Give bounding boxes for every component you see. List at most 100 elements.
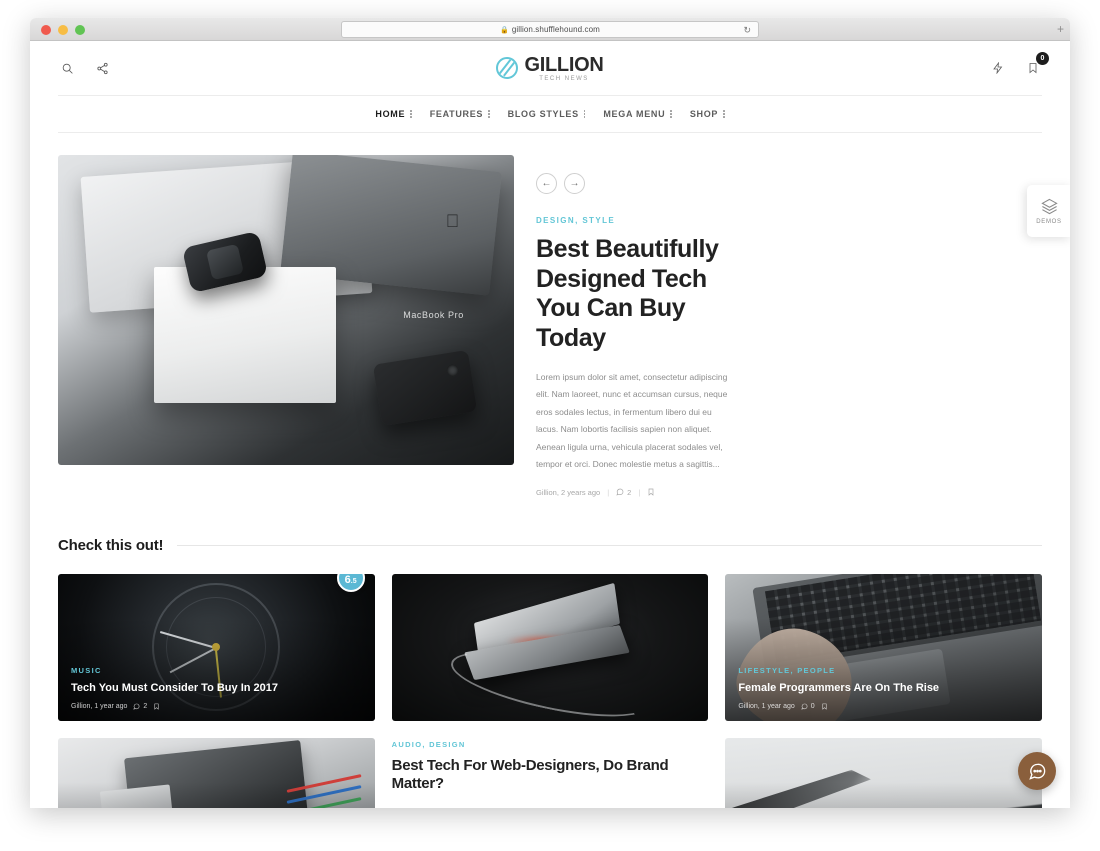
browser-window: 🔒 gillion.shufflehound.com ↻ + GILLION T…	[30, 18, 1070, 808]
cart-count-badge: 0	[1035, 52, 1049, 65]
search-icon[interactable]	[58, 59, 76, 77]
lightning-bolt-icon[interactable]	[989, 59, 1007, 77]
bookmark-icon[interactable]	[821, 703, 828, 710]
card-gradient-overlay	[725, 737, 1042, 808]
card-category[interactable]: LIFESTYLE, PEOPLE	[738, 666, 1029, 675]
nav-label-blog-styles: BLOG STYLES	[507, 109, 579, 119]
card-content: LIFESTYLE, PEOPLE Female Programmers Are…	[738, 666, 1029, 709]
nav-list: HOME FEATURES BLOG STYLES MEGA MENU SHOP	[366, 109, 733, 119]
nav-label-mega-menu: MEGA MENU	[603, 109, 666, 119]
card-title[interactable]: Tech You Must Consider To Buy In 2017	[71, 681, 362, 695]
new-tab-button[interactable]: +	[1057, 23, 1064, 35]
card-title[interactable]: Female Programmers Are On The Rise	[738, 681, 1029, 695]
card-comment-count[interactable]: 0	[801, 703, 815, 710]
card-author-date: Gillion, 1 year ago	[738, 702, 795, 710]
header-right-icons: 0	[989, 52, 1049, 77]
card-comment-number: 2	[143, 702, 148, 710]
reload-icon[interactable]: ↻	[743, 25, 751, 36]
hero-slider-controls: ← →	[536, 173, 1042, 194]
hero-image-phone-prop	[372, 349, 478, 426]
hero-category[interactable]: DESIGN, STYLE	[536, 216, 1042, 225]
browser-titlebar: 🔒 gillion.shufflehound.com ↻ +	[30, 18, 1070, 41]
card-content: MUSIC Tech You Must Consider To Buy In 2…	[71, 666, 362, 709]
meta-divider: |	[607, 487, 610, 497]
comment-icon	[616, 488, 624, 496]
nav-label-shop: SHOP	[689, 109, 719, 119]
bookmark-icon[interactable]	[647, 488, 655, 496]
site-header: GILLION TECH NEWS 0	[30, 41, 1070, 95]
brand-tagline: TECH NEWS	[539, 75, 589, 82]
nav-label-home: HOME	[375, 109, 406, 119]
lock-icon: 🔒	[500, 26, 509, 34]
demos-panel[interactable]: DEMOS	[1027, 185, 1070, 237]
bookmark-icon[interactable]: 0	[1024, 52, 1049, 77]
post-card-guide-photography[interactable]: GUIDE, PHOTOGRAPHY	[725, 737, 1042, 808]
comment-icon	[133, 703, 140, 710]
card-image-dark-laptop	[391, 573, 709, 721]
nav-item-home[interactable]: HOME	[366, 109, 420, 119]
section-header: Check this out!	[58, 537, 1042, 554]
hero-meta: Gillion, 2 years ago | 2 |	[536, 488, 1042, 497]
hero-text-block: ← → DESIGN, STYLE Best Beautifully Desig…	[536, 155, 1042, 497]
maximize-window-button[interactable]	[75, 25, 85, 35]
chevron-dots-icon	[583, 110, 586, 118]
minimize-window-button[interactable]	[58, 25, 68, 35]
hero-featured-image[interactable]:  MacBook Pro	[58, 155, 514, 465]
hero-author-date: Gillion, 2 years ago	[536, 487, 601, 497]
post-card-tech-2017[interactable]: 6.5 MUSIC Tech You Must Consider To Buy …	[58, 573, 375, 721]
card-meta: Gillion, 1 year ago 0	[738, 703, 1029, 710]
score-decimal: .5	[350, 577, 357, 585]
post-card-web-designers[interactable]: AUDIO, DESIGN Best Tech For Web-Designer…	[392, 738, 709, 808]
hero-image-caption: MacBook Pro	[403, 310, 464, 320]
page-viewport: GILLION TECH NEWS 0 HOME FEATURES BLOG S…	[30, 41, 1070, 808]
apple-logo-icon: 	[446, 211, 460, 232]
brand-name: GILLION	[524, 53, 604, 76]
section-divider	[177, 544, 1042, 546]
address-bar[interactable]: 🔒 gillion.shufflehound.com ↻	[341, 21, 759, 38]
card-category[interactable]: AUDIO, DESIGN	[392, 740, 709, 749]
page-container:  MacBook Pro ← → DESIGN, STYLE Best Bea…	[30, 155, 1070, 808]
header-left-icons	[58, 59, 111, 77]
logo-mark-icon	[496, 57, 519, 79]
post-card-dark-laptop[interactable]	[391, 573, 709, 721]
comment-icon	[801, 703, 808, 710]
nav-item-mega-menu[interactable]: MEGA MENU	[594, 109, 680, 119]
chevron-dots-icon	[410, 110, 412, 118]
logo-text: GILLION TECH NEWS	[524, 55, 603, 82]
hero-title[interactable]: Best Beautifully Designed Tech You Can B…	[536, 235, 746, 353]
chevron-dots-icon	[488, 110, 490, 118]
arrow-left-icon[interactable]: ←	[536, 173, 557, 194]
nav-item-blog-styles[interactable]: BLOG STYLES	[499, 109, 595, 119]
arrow-right-icon[interactable]: →	[564, 173, 585, 194]
demos-label: DEMOS	[1036, 218, 1062, 225]
chevron-dots-icon	[670, 110, 672, 118]
card-meta: Gillion, 1 year ago 2	[71, 703, 362, 710]
card-comment-count[interactable]: 2	[133, 703, 147, 710]
chevron-dots-icon	[723, 110, 725, 118]
card-gradient-overlay	[58, 737, 375, 808]
card-comment-number: 0	[810, 702, 815, 710]
window-controls[interactable]	[41, 25, 85, 35]
main-navigation: HOME FEATURES BLOG STYLES MEGA MENU SHOP	[58, 95, 1042, 133]
hero-image-box-prop	[153, 266, 337, 403]
post-card-audio-innovation[interactable]: AUDIO, INNOVATION	[58, 737, 375, 808]
site-logo[interactable]: GILLION TECH NEWS	[496, 55, 604, 82]
layers-icon	[1040, 198, 1058, 214]
card-title[interactable]: Best Tech For Web-Designers, Do Brand Ma…	[392, 757, 709, 794]
hero-comment-number: 2	[627, 487, 632, 497]
post-card-female-programmers[interactable]: LIFESTYLE, PEOPLE Female Programmers Are…	[725, 573, 1042, 721]
nav-item-features[interactable]: FEATURES	[421, 109, 499, 119]
card-author-date: Gillion, 1 year ago	[71, 702, 128, 710]
chat-bubble-icon	[1028, 763, 1045, 780]
post-grid: 6.5 MUSIC Tech You Must Consider To Buy …	[58, 573, 1042, 808]
hero-excerpt: Lorem ipsum dolor sit amet, consectetur …	[536, 372, 728, 470]
hero-comment-count[interactable]: 2	[616, 488, 631, 497]
nav-item-shop[interactable]: SHOP	[681, 109, 734, 119]
close-window-button[interactable]	[41, 25, 51, 35]
card-category[interactable]: MUSIC	[71, 666, 362, 675]
chat-button[interactable]	[1018, 752, 1056, 790]
share-icon[interactable]	[93, 59, 111, 77]
card-excerpt: Lorem ipsum dolor sit amet, consectetur …	[392, 803, 709, 808]
meta-divider: |	[638, 487, 641, 497]
bookmark-icon[interactable]	[153, 703, 160, 710]
